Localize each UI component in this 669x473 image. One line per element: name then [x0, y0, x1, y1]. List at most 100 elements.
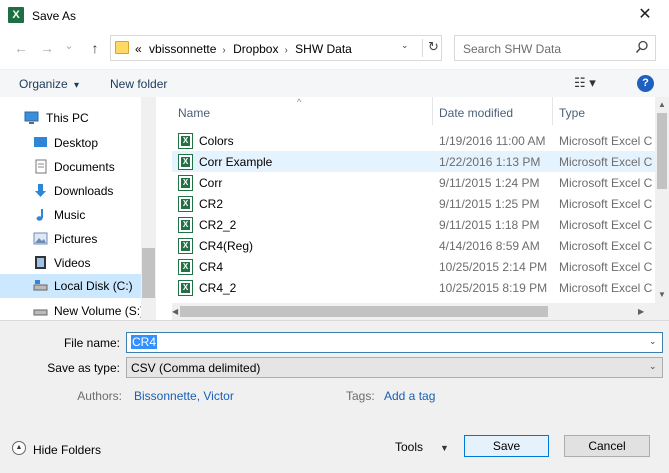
file-row[interactable]: Corr Example 1/22/2016 1:13 PM Microsoft… — [172, 151, 655, 172]
file-name-input[interactable]: CR4 ⌄ — [126, 332, 663, 353]
chevron-up-icon[interactable]: ▲ — [12, 441, 26, 455]
recent-locations-button[interactable]: ⌄ — [60, 37, 78, 55]
save-as-type-label: Save as type: — [47, 361, 120, 375]
up-button[interactable]: ↑ — [86, 39, 104, 57]
scroll-down-icon[interactable]: ▼ — [658, 290, 666, 299]
nav-item-desktop[interactable]: Desktop — [0, 131, 141, 155]
chevron-down-icon[interactable]: ⌄ — [649, 336, 657, 347]
nav-item-music[interactable]: Music — [0, 203, 141, 227]
column-header-type[interactable]: Type — [553, 97, 655, 125]
chevron-right-icon: › — [222, 45, 226, 56]
organize-button[interactable]: Organize ▾ — [19, 77, 79, 91]
authors-label: Authors: — [77, 389, 122, 403]
new-folder-button[interactable]: New folder — [110, 77, 167, 91]
nav-item-documents[interactable]: Documents — [0, 155, 141, 179]
file-row[interactable]: Colors 1/19/2016 11:00 AM Microsoft Exce… — [172, 130, 655, 151]
view-options-button[interactable]: ☷ ▾ — [574, 75, 596, 91]
excel-file-icon — [178, 280, 193, 296]
search-icon[interactable] — [635, 40, 649, 54]
search-input[interactable]: Search SHW Data — [454, 35, 656, 61]
file-name: CR4_2 — [199, 281, 237, 295]
computer-icon — [24, 111, 39, 124]
chevron-down-icon[interactable]: ▼ — [440, 443, 449, 453]
column-header-name[interactable]: Name — [172, 97, 433, 125]
file-name: Colors — [199, 134, 234, 148]
file-date: 9/11/2015 1:25 PM — [439, 197, 540, 211]
horizontal-scroll-thumb[interactable] — [180, 306, 548, 317]
file-row[interactable]: CR4(Reg) 4/14/2016 8:59 AM Microsoft Exc… — [172, 235, 655, 256]
file-name: CR2_2 — [199, 218, 237, 232]
nav-item-label: Music — [54, 208, 86, 222]
sort-ascending-icon: ^ — [297, 97, 302, 107]
file-type: Microsoft Excel C — [559, 281, 653, 295]
file-date: 9/11/2015 1:24 PM — [439, 176, 540, 190]
nav-item-new-volume-s[interactable]: New Volume (S:) — [0, 299, 145, 320]
desktop-icon — [34, 137, 47, 147]
file-type: Microsoft Excel C — [559, 260, 653, 274]
back-button[interactable]: ← — [12, 39, 30, 57]
scroll-right-icon[interactable]: ▶ — [638, 307, 644, 316]
excel-file-icon — [178, 259, 193, 275]
file-type: Microsoft Excel C — [559, 239, 653, 253]
file-type: Microsoft Excel C — [559, 176, 653, 190]
file-row[interactable]: CR4_2 10/25/2015 8:19 PM Microsoft Excel… — [172, 277, 655, 298]
help-icon[interactable]: ? — [637, 75, 654, 92]
file-row[interactable]: CR2 9/11/2015 1:25 PM Microsoft Excel C — [172, 193, 655, 214]
refresh-icon[interactable]: ↻ — [422, 39, 439, 57]
nav-item-label: Desktop — [54, 136, 99, 150]
nav-item-label: Pictures — [54, 232, 98, 246]
file-date: 1/19/2016 11:00 AM — [439, 134, 546, 148]
file-name: CR4 — [199, 260, 224, 274]
save-button[interactable]: Save — [464, 435, 549, 457]
file-list: Name Date modified Type Colors 1/19/2016… — [172, 97, 655, 320]
nav-item-downloads[interactable]: Downloads — [0, 179, 141, 203]
file-type: Microsoft Excel C — [559, 134, 653, 148]
excel-file-icon — [178, 175, 193, 191]
address-bar[interactable]: « vbissonnette › Dropbox › SHW Data ⌄ ↻ — [110, 35, 442, 61]
window-title: Save As — [32, 9, 77, 23]
title-bar: X Save As ✕ — [0, 0, 669, 32]
documents-icon — [35, 159, 47, 174]
authors-field[interactable]: Bissonnette, Victor — [134, 389, 234, 403]
file-row[interactable]: CR2_2 9/11/2015 1:18 PM Microsoft Excel … — [172, 214, 655, 235]
forward-button[interactable]: → — [38, 39, 56, 57]
breadcrumb: « vbissonnette › Dropbox › SHW Data — [135, 42, 356, 56]
file-name: CR2 — [199, 197, 224, 211]
pictures-icon — [33, 232, 48, 245]
drive-icon — [33, 280, 48, 291]
scroll-left-icon[interactable]: ◀ — [172, 307, 178, 316]
chevron-down-icon[interactable]: ⌄ — [401, 40, 409, 51]
file-date: 10/25/2015 2:14 PM — [439, 260, 548, 274]
tools-button[interactable]: Tools — [395, 440, 423, 454]
file-date: 10/25/2015 8:19 PM — [439, 281, 548, 295]
nav-item-pictures[interactable]: Pictures — [0, 227, 141, 251]
nav-item-this-pc[interactable]: This PC — [0, 106, 141, 130]
file-row[interactable]: CR4 10/25/2015 2:14 PM Microsoft Excel C — [172, 256, 655, 277]
file-date: 1/22/2016 1:13 PM — [439, 155, 541, 169]
breadcrumb-overflow[interactable]: « — [135, 42, 142, 56]
save-as-type-value: CSV (Comma delimited) — [131, 361, 261, 375]
nav-item-label: New Volume (S:) — [54, 304, 145, 318]
file-type: Microsoft Excel C — [559, 155, 653, 169]
nav-item-label: This PC — [46, 111, 89, 125]
close-button[interactable]: ✕ — [630, 4, 660, 28]
scroll-up-icon[interactable]: ▲ — [658, 100, 666, 109]
breadcrumb-dropbox[interactable]: Dropbox — [233, 42, 278, 56]
file-row[interactable]: Corr 9/11/2015 1:24 PM Microsoft Excel C — [172, 172, 655, 193]
organize-label: Organize — [19, 77, 68, 91]
breadcrumb-vbissonnette[interactable]: vbissonnette — [149, 42, 216, 56]
nav-item-videos[interactable]: Videos — [0, 251, 141, 275]
excel-file-icon — [178, 238, 193, 254]
excel-file-icon — [178, 133, 193, 149]
breadcrumb-shw-data[interactable]: SHW Data — [295, 42, 352, 56]
save-as-type-select[interactable]: CSV (Comma delimited) ⌄ — [126, 357, 663, 378]
hide-folders-button[interactable]: Hide Folders — [33, 443, 101, 457]
cancel-button[interactable]: Cancel — [564, 435, 650, 457]
file-name: CR4(Reg) — [199, 239, 254, 253]
nav-item-local-disk-c[interactable]: Local Disk (C:) — [0, 274, 141, 298]
vertical-scroll-thumb[interactable] — [657, 113, 667, 189]
tags-field[interactable]: Add a tag — [384, 389, 435, 403]
excel-file-icon — [178, 217, 193, 233]
navigation-scroll-thumb[interactable] — [142, 248, 155, 298]
column-header-date-modified[interactable]: Date modified — [433, 97, 553, 125]
